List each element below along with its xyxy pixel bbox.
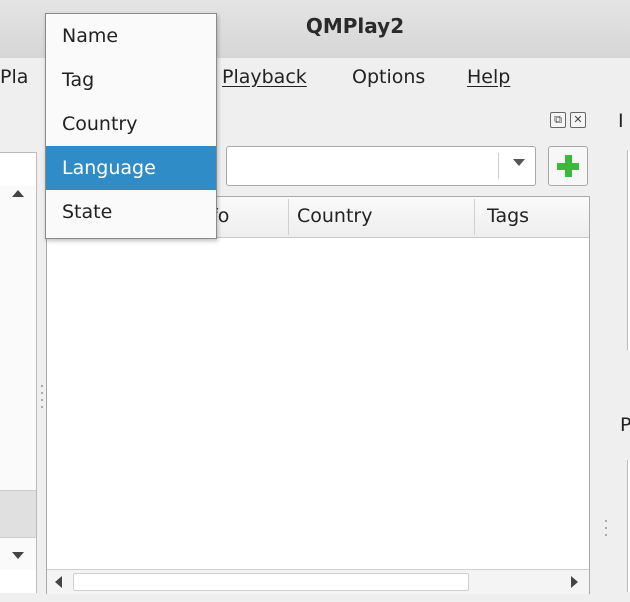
column-header-country[interactable]: Country [297, 205, 372, 227]
scroll-left-icon[interactable] [55, 576, 62, 588]
menu-item-playlist[interactable]: Pla [0, 66, 28, 88]
horizontal-scroll-thumb[interactable] [73, 573, 469, 591]
horizontal-scrollbar[interactable] [47, 569, 589, 594]
menu-option-name[interactable]: Name [46, 14, 216, 58]
add-button[interactable] [548, 146, 588, 186]
scroll-up-icon[interactable] [12, 190, 24, 197]
column-separator[interactable] [474, 199, 475, 235]
chevron-down-icon[interactable] [513, 159, 525, 166]
scroll-down-icon[interactable] [12, 552, 24, 559]
splitter-grip-dot [605, 527, 607, 529]
menu-item-help[interactable]: Help [467, 66, 510, 88]
combo-divider [498, 153, 499, 179]
splitter-grip[interactable] [41, 385, 43, 387]
column-header-tags[interactable]: Tags [487, 205, 529, 227]
right-splitter-grip[interactable] [605, 520, 607, 522]
splitter-grip-dot [41, 406, 43, 408]
splitter-grip-dot [41, 399, 43, 401]
column-separator[interactable] [288, 199, 289, 235]
dock-float-icon[interactable]: ⧉ [550, 112, 566, 128]
menu-option-country[interactable]: Country [46, 102, 216, 146]
menu-option-language[interactable]: Language [46, 146, 216, 190]
search-combo[interactable] [226, 146, 536, 186]
menu-label-help: Help [467, 66, 511, 88]
plus-icon-vertical [565, 155, 572, 177]
menu-label-playback: Playback [222, 66, 307, 88]
menu-item-playback[interactable]: Playback [222, 66, 307, 88]
right-panel-label-p: P [620, 414, 630, 436]
results-table[interactable]: fo Country Tags [46, 196, 590, 594]
menu-item-options[interactable]: Options [352, 66, 425, 88]
menu-option-state[interactable]: State [46, 190, 216, 234]
menu-label-options: Options [352, 66, 426, 88]
splitter-grip-dot [41, 392, 43, 394]
menu-option-tag[interactable]: Tag [46, 58, 216, 102]
scroll-right-icon[interactable] [571, 576, 578, 588]
right-panel-label-i: I [618, 110, 624, 132]
splitter-grip-dot [605, 534, 607, 536]
left-scroll-thumb[interactable] [0, 490, 36, 538]
search-by-dropdown-menu: Name Tag Country Language State [45, 13, 217, 239]
dock-close-icon[interactable]: ✕ [570, 112, 586, 128]
